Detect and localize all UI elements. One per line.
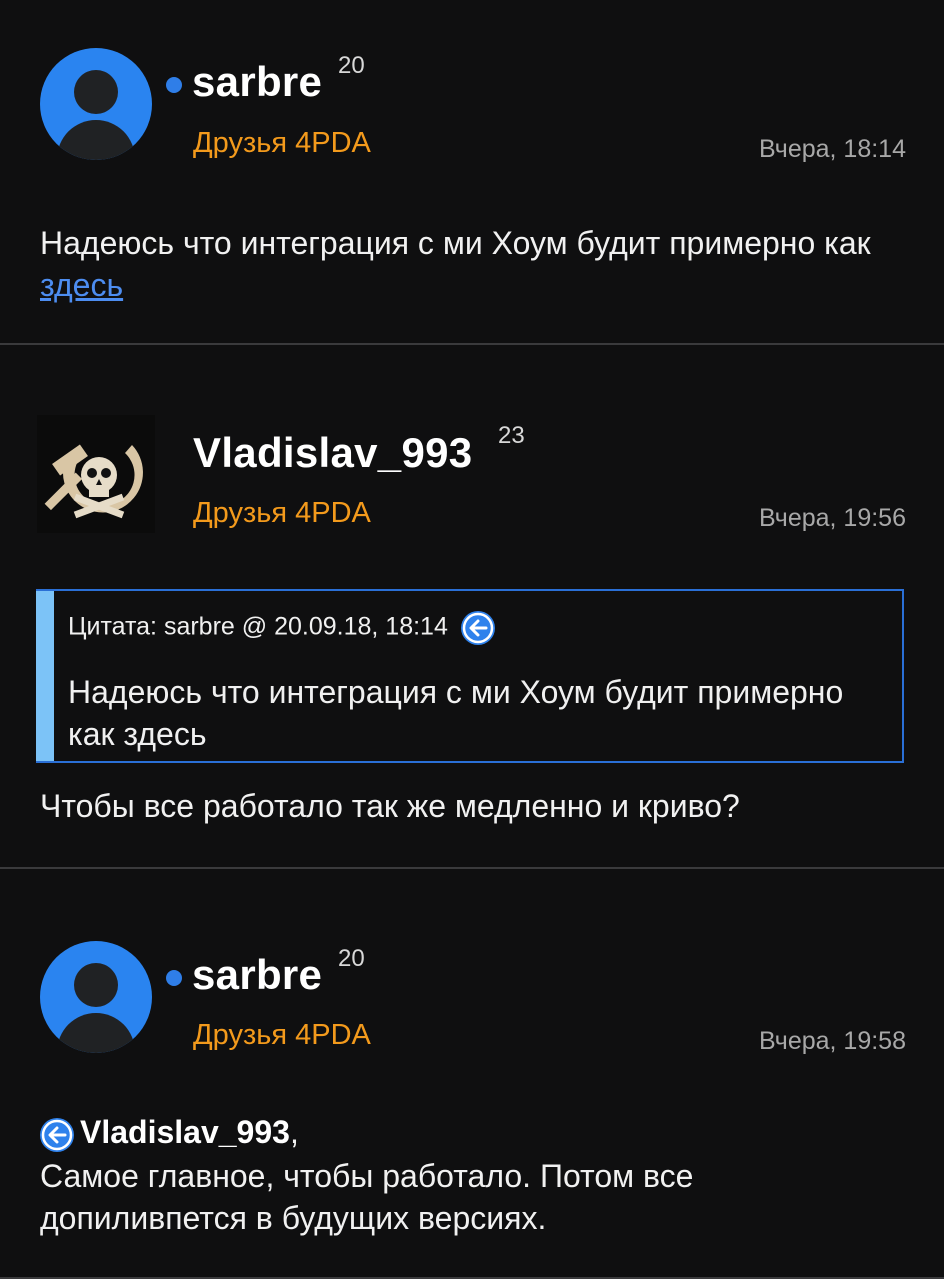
quote-header: Цитата: sarbre @ 20.09.18, 18:14 — [68, 611, 495, 645]
post-text: Чтобы все работало так же медленно и кри… — [40, 788, 740, 824]
hammer-sickle-skull-avatar[interactable] — [37, 415, 155, 533]
post-2: Vladislav_993 23 Друзья 4PDA Вчера, 19:5… — [0, 345, 944, 867]
post-text-body: Самое главное, чтобы работало. Потом все… — [40, 1158, 694, 1236]
go-to-post-arrow-icon[interactable] — [40, 1117, 74, 1152]
avatar-body — [57, 1013, 135, 1053]
post-1: sarbre 20 Друзья 4PDA Вчера, 18:14 Надею… — [0, 0, 944, 344]
reputation-count[interactable]: 23 — [498, 422, 525, 450]
avatar[interactable] — [40, 48, 152, 160]
avatar-head — [74, 963, 118, 1007]
post-text: Надеюсь что интеграция с ми Хоум будит п… — [40, 222, 920, 306]
mention-suffix: , — [289, 1114, 299, 1150]
quote-bar — [36, 591, 54, 761]
post-time: Вчера, 19:56 — [758, 504, 906, 532]
post-time: Вчера, 19:58 — [758, 1027, 906, 1055]
avatar-body — [57, 120, 135, 160]
post-text: Vladislav_993, Самое главное, чтобы рабо… — [40, 1111, 920, 1239]
user-group: Друзья 4PDA — [193, 127, 371, 159]
reputation-count[interactable]: 20 — [338, 945, 365, 973]
mention-username[interactable]: Vladislav_993 — [80, 1114, 290, 1150]
mention-line: Vladislav_993, — [40, 1111, 920, 1155]
go-to-post-arrow-icon[interactable] — [460, 611, 495, 645]
user-group: Друзья 4PDA — [193, 1019, 371, 1051]
quote-header-text: Цитата: sarbre @ 20.09.18, 18:14 — [68, 612, 448, 641]
online-dot-icon — [166, 970, 182, 986]
username[interactable]: Vladislav_993 — [193, 429, 472, 477]
username[interactable]: sarbre — [192, 951, 322, 999]
user-group: Друзья 4PDA — [193, 497, 371, 529]
quote-text: Надеюсь что интеграция с ми Хоум будит п… — [68, 674, 844, 752]
online-dot-icon — [166, 77, 182, 93]
username[interactable]: sarbre — [192, 58, 322, 106]
post-3: sarbre 20 Друзья 4PDA Вчера, 19:58 Vladi… — [0, 869, 944, 1279]
avatar-head — [74, 70, 118, 114]
reputation-count[interactable]: 20 — [338, 52, 365, 80]
post-time: Вчера, 18:14 — [758, 135, 906, 163]
quote-block: Цитата: sarbre @ 20.09.18, 18:14 Надеюсь… — [36, 589, 904, 763]
avatar[interactable] — [40, 941, 152, 1053]
post-link[interactable]: здесь — [40, 267, 123, 303]
post-text-body: Надеюсь что интеграция с ми Хоум будит п… — [40, 225, 871, 261]
